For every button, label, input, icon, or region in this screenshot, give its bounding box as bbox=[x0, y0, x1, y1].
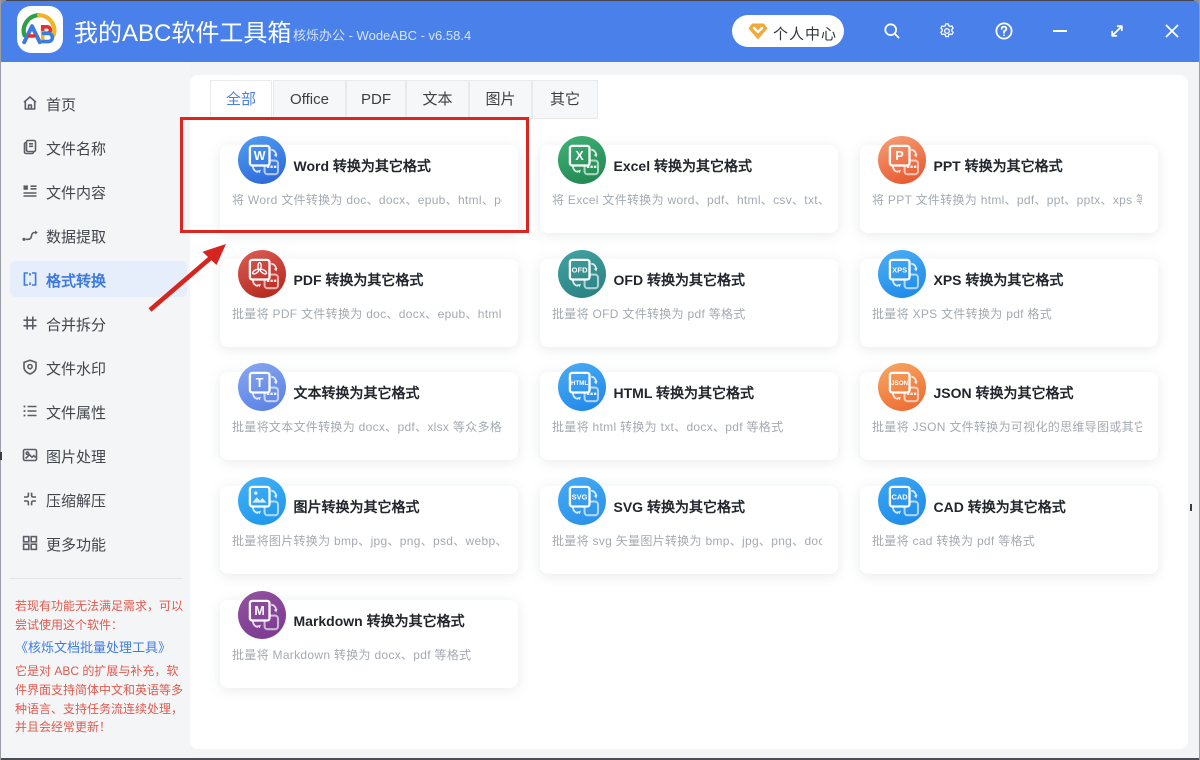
svg-text:CAD: CAD bbox=[891, 492, 908, 501]
svg-text:JSON: JSON bbox=[891, 380, 908, 387]
svg-text:HTML: HTML bbox=[571, 380, 588, 387]
svg-text:SVG: SVG bbox=[572, 492, 588, 501]
svg-text:P: P bbox=[895, 149, 903, 163]
svg-text:OFD: OFD bbox=[572, 265, 588, 274]
svg-text:XPS: XPS bbox=[892, 265, 907, 274]
svg-text:X: X bbox=[575, 149, 584, 163]
svg-text:T: T bbox=[256, 376, 264, 390]
svg-text:M: M bbox=[254, 604, 264, 618]
